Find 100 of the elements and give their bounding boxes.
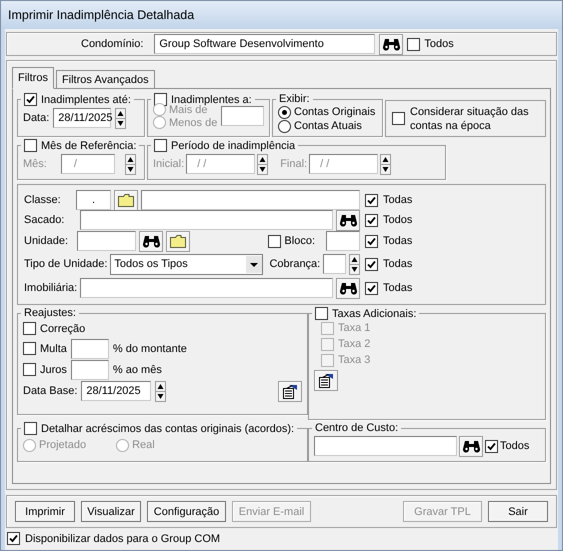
checkbox-label: Juros xyxy=(40,364,67,376)
group-label: Inadimplentes a: xyxy=(171,94,252,106)
group-label: Exibir: xyxy=(279,93,310,105)
checkbox-label: Todas xyxy=(383,282,412,294)
text-field[interactable]: . xyxy=(76,190,111,210)
field-label: Mês: xyxy=(23,158,47,170)
radio-label: Projetado xyxy=(39,439,86,451)
field-label: Cobrança: xyxy=(269,258,320,270)
binoculars-icon xyxy=(340,213,356,227)
checkbox[interactable] xyxy=(23,363,36,376)
spin-button[interactable] xyxy=(155,380,166,402)
spin-button[interactable] xyxy=(349,254,360,274)
date-field[interactable]: 28/11/2025 xyxy=(81,381,152,401)
field-label: Data Base: xyxy=(23,385,78,397)
tab[interactable]: Filtros xyxy=(12,67,54,89)
group-label: Reajustes: xyxy=(24,307,76,319)
field-label: Final: xyxy=(280,158,308,170)
checkbox-label: Todos xyxy=(383,214,412,226)
spin-button[interactable] xyxy=(380,154,392,174)
text-field[interactable] xyxy=(323,254,346,274)
text-field[interactable] xyxy=(70,360,109,380)
text-field[interactable] xyxy=(141,190,360,210)
field-label: % do montante xyxy=(112,342,187,354)
spin-button[interactable] xyxy=(257,154,268,174)
text-field[interactable]: Group Software Desenvolvimento xyxy=(154,34,376,54)
spin-button[interactable] xyxy=(124,154,136,174)
radio-label: Menos de xyxy=(169,116,218,128)
checkbox[interactable] xyxy=(485,440,498,452)
dialog-button[interactable]: Sair xyxy=(488,501,548,522)
caret-icon xyxy=(246,256,262,272)
settings-button[interactable] xyxy=(278,380,302,402)
dropdown[interactable]: Todos os Tipos xyxy=(110,254,264,274)
dialog-button[interactable]: Configuração xyxy=(147,501,226,522)
checkbox-label: Todas xyxy=(383,258,412,270)
date-field[interactable]: 28/11/2025 xyxy=(53,108,112,128)
window-title: Imprimir Inadimplência Detalhada xyxy=(8,8,194,22)
checkbox[interactable] xyxy=(23,322,36,335)
field-label: Classe: xyxy=(24,194,61,206)
radio-label: Real xyxy=(132,439,155,451)
radio-label: Contas Atuais xyxy=(294,120,362,132)
checkbox[interactable] xyxy=(407,38,420,50)
checkbox-label: Multa xyxy=(40,342,67,354)
binoculars-icon xyxy=(340,281,356,295)
radio-button[interactable] xyxy=(278,106,291,118)
form-icon xyxy=(318,373,334,388)
search-button[interactable] xyxy=(379,34,404,54)
field-label: Imobiliária: xyxy=(24,282,78,294)
folder-icon xyxy=(118,194,134,206)
group-label: Taxas Adicionais: xyxy=(332,308,416,320)
checkbox-label: Correção xyxy=(40,322,86,334)
checkbox[interactable] xyxy=(24,93,37,106)
folder-icon xyxy=(170,234,186,248)
binoculars-icon xyxy=(382,37,400,51)
settings-button[interactable] xyxy=(314,370,338,391)
form-icon xyxy=(282,384,298,398)
checkbox-label: Taxa 3 xyxy=(338,354,370,366)
field-label: Unidade: xyxy=(24,235,68,247)
text-field[interactable] xyxy=(326,231,360,251)
checkbox[interactable] xyxy=(365,214,378,226)
checkbox[interactable] xyxy=(23,342,36,355)
radio-button[interactable] xyxy=(278,120,291,132)
checkbox[interactable] xyxy=(268,234,282,248)
search-button[interactable] xyxy=(336,210,360,230)
group-label: Centro de Custo: xyxy=(315,422,398,434)
field-label: % ao mês xyxy=(112,364,162,376)
binoculars-icon xyxy=(142,234,160,248)
checkbox-label: Taxa 2 xyxy=(338,338,370,350)
field-label: Tipo de Unidade: xyxy=(24,258,108,270)
group-label: Mês de Referência: xyxy=(41,140,136,152)
search-button[interactable] xyxy=(459,436,483,456)
text-field[interactable] xyxy=(80,210,333,230)
binoculars-icon xyxy=(462,439,480,453)
text-field[interactable] xyxy=(314,436,457,456)
checkbox[interactable] xyxy=(365,282,378,294)
checkbox-label: Todos xyxy=(424,38,454,50)
search-button[interactable] xyxy=(139,230,164,252)
checkbox[interactable] xyxy=(7,532,20,545)
checkbox-label: Disponibilizar dados para o Group COM xyxy=(25,532,220,544)
text-field[interactable] xyxy=(221,106,264,126)
checkbox-label: Todas xyxy=(383,235,412,247)
checkbox-label: Considerar situação das contas na época xyxy=(410,104,530,132)
checkbox[interactable] xyxy=(365,234,378,248)
group-label: Período de inadimplência xyxy=(171,140,296,152)
text-field[interactable] xyxy=(70,338,109,358)
folder-button[interactable] xyxy=(166,230,190,252)
field-mask: / / xyxy=(197,158,206,170)
checkbox[interactable] xyxy=(365,258,378,270)
field-label: Data: xyxy=(23,112,50,124)
text-field[interactable] xyxy=(77,231,136,251)
dialog-button[interactable]: Visualizar xyxy=(81,501,141,522)
search-button[interactable] xyxy=(336,278,360,298)
checkbox-label: Taxa 1 xyxy=(338,322,370,334)
dialog-button[interactable]: Imprimir xyxy=(15,501,75,522)
tab[interactable]: Filtros Avançados xyxy=(56,70,155,89)
field-label: Sacado: xyxy=(24,214,64,226)
folder-button[interactable] xyxy=(114,190,138,210)
spin-button[interactable] xyxy=(115,108,126,128)
text-field[interactable] xyxy=(80,278,333,298)
checkbox[interactable] xyxy=(365,194,378,206)
checkbox[interactable] xyxy=(392,112,405,125)
